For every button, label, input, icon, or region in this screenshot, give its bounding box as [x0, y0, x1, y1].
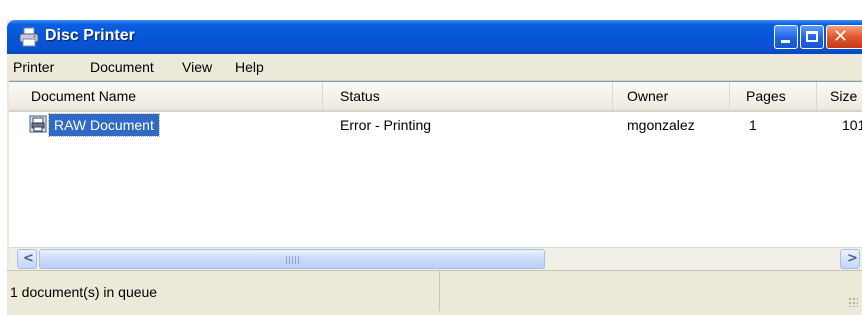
background-document: [0, 0, 862, 22]
menu-document[interactable]: Document: [90, 59, 154, 75]
print-queue-list[interactable]: Document Name Status Owner Pages Size RA…: [9, 81, 862, 268]
chevron-right-icon: >: [847, 251, 858, 266]
scrollbar-thumb[interactable]: [39, 249, 545, 269]
window-title: Disc Printer: [45, 27, 135, 44]
print-document-icon: [29, 115, 47, 133]
scroll-right-button[interactable]: >: [840, 249, 860, 269]
queue-count-text: 1 document(s) in queue: [10, 284, 158, 300]
column-header-document-name[interactable]: Document Name: [9, 82, 323, 110]
title-bar[interactable]: Disc Printer ✕: [7, 20, 862, 54]
maximize-icon: [806, 31, 818, 42]
maximize-button[interactable]: [800, 25, 824, 49]
close-button[interactable]: ✕: [826, 25, 862, 49]
horizontal-scrollbar[interactable]: < >: [9, 247, 862, 270]
size-cell: 101: [842, 117, 862, 133]
close-icon: ✕: [833, 26, 849, 47]
pages-cell: 1: [749, 117, 757, 133]
disc-printer-window: Disc Printer ✕ Printer Document View Hel…: [7, 20, 862, 315]
printer-icon: [19, 27, 39, 47]
column-header-status[interactable]: Status: [323, 82, 613, 110]
menu-view[interactable]: View: [182, 59, 212, 75]
menu-bar: Printer Document View Help: [7, 54, 862, 81]
menu-printer[interactable]: Printer: [13, 59, 54, 75]
status-pane: 1 document(s) in queue: [7, 271, 440, 311]
scroll-grip-icon: [286, 256, 300, 264]
column-header-owner[interactable]: Owner: [613, 82, 730, 110]
menu-help[interactable]: Help: [235, 59, 264, 75]
status-bar: 1 document(s) in queue: [7, 270, 862, 315]
column-header-size[interactable]: Size: [817, 82, 862, 110]
minimize-icon: [781, 40, 790, 43]
chevron-left-icon: <: [23, 251, 34, 266]
table-row[interactable]: RAW Document Error - Printing mgonzalez …: [9, 113, 862, 137]
list-header: Document Name Status Owner Pages Size: [9, 82, 862, 112]
owner-cell: mgonzalez: [627, 117, 695, 133]
scroll-left-button[interactable]: <: [17, 249, 37, 269]
column-header-pages[interactable]: Pages: [730, 82, 817, 110]
document-name-cell[interactable]: RAW Document: [48, 113, 160, 137]
status-cell: Error - Printing: [340, 117, 432, 133]
minimize-button[interactable]: [774, 25, 798, 49]
resize-grip-icon[interactable]: [848, 297, 858, 307]
